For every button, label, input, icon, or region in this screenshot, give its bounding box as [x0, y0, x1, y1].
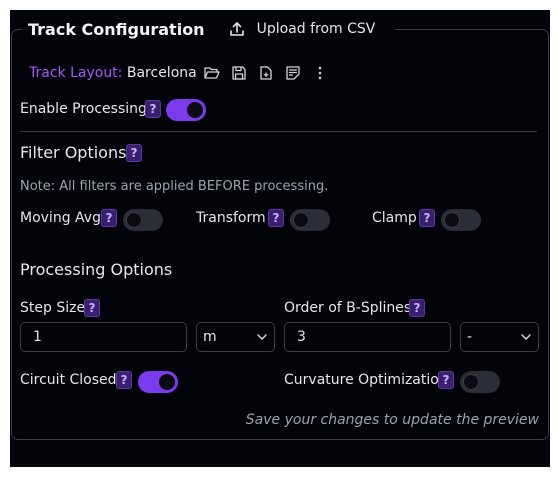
curvature-optimization-label: Curvature Optimization — [284, 372, 448, 388]
toggle-knob — [126, 212, 142, 228]
filter-note: Note: All filters are applied BEFORE pro… — [20, 179, 329, 194]
upload-csv-label: Upload from CSV — [256, 21, 376, 37]
track-config-frame: Track Configuration Upload from CSV Trac… — [10, 10, 550, 467]
circuit-closed-toggle[interactable] — [138, 371, 178, 393]
new-file-icon[interactable] — [257, 64, 275, 82]
step-size-label: Step Size — [20, 300, 86, 316]
clamp-label: Clamp — [372, 210, 417, 226]
track-layout-value: Barcelona — [126, 65, 197, 81]
circuit-closed-label: Circuit Closed — [20, 372, 117, 388]
moving-avg-label: Moving Avg — [20, 210, 101, 226]
transform-toggle[interactable] — [290, 209, 330, 231]
step-size-unit-select[interactable]: m — [196, 322, 275, 352]
moving-avg-help-icon[interactable]: ? — [101, 209, 117, 227]
panel-header: Track Configuration Upload from CSV — [22, 14, 396, 44]
track-layout-row: Track Layout: Barcelona — [29, 65, 197, 81]
step-size-unit-value: m — [203, 329, 217, 345]
step-size-help-icon[interactable]: ? — [84, 299, 100, 317]
panel-title: Track Configuration — [28, 19, 205, 39]
toggle-knob — [159, 374, 175, 390]
processing-options-heading: Processing Options — [20, 260, 173, 279]
toggle-knob — [187, 102, 203, 118]
moving-avg-toggle[interactable] — [123, 209, 163, 231]
section-divider — [20, 131, 537, 132]
transform-help-icon[interactable]: ? — [268, 209, 284, 227]
enable-processing-label: Enable Processing — [20, 101, 147, 117]
step-size-input[interactable]: 1 — [20, 322, 187, 352]
circuit-closed-help-icon[interactable]: ? — [116, 371, 132, 389]
chevron-down-icon — [521, 334, 531, 340]
filter-options-help-icon[interactable]: ? — [126, 144, 142, 162]
more-vertical-icon[interactable] — [311, 64, 329, 82]
chevron-down-icon — [257, 334, 267, 340]
folder-open-icon[interactable] — [203, 64, 221, 82]
enable-processing-toggle[interactable] — [166, 99, 206, 121]
save-icon[interactable] — [230, 64, 248, 82]
toggle-knob — [293, 212, 309, 228]
toggle-knob — [444, 212, 460, 228]
clamp-toggle[interactable] — [441, 209, 481, 231]
edit-notes-icon[interactable] — [284, 64, 302, 82]
transform-label: Transform — [196, 210, 266, 226]
curvature-optimization-toggle[interactable] — [460, 371, 500, 393]
save-hint-text: Save your changes to update the preview — [245, 412, 539, 428]
toggle-knob — [463, 374, 479, 390]
track-layout-label: Track Layout: — [29, 65, 123, 81]
upload-icon — [229, 22, 244, 36]
curvature-optimization-help-icon[interactable]: ? — [438, 371, 454, 389]
enable-processing-help-icon[interactable]: ? — [145, 100, 161, 118]
bspline-order-unit-select[interactable]: - — [460, 322, 539, 352]
bspline-order-input[interactable]: 3 — [284, 322, 451, 352]
bspline-order-help-icon[interactable]: ? — [409, 299, 425, 317]
clamp-help-icon[interactable]: ? — [419, 209, 435, 227]
bspline-order-label: Order of B-Splines — [284, 300, 412, 316]
bspline-order-unit-value: - — [467, 329, 473, 345]
filter-options-heading: Filter Options — [20, 143, 127, 162]
upload-csv-button[interactable]: Upload from CSV — [229, 21, 390, 37]
